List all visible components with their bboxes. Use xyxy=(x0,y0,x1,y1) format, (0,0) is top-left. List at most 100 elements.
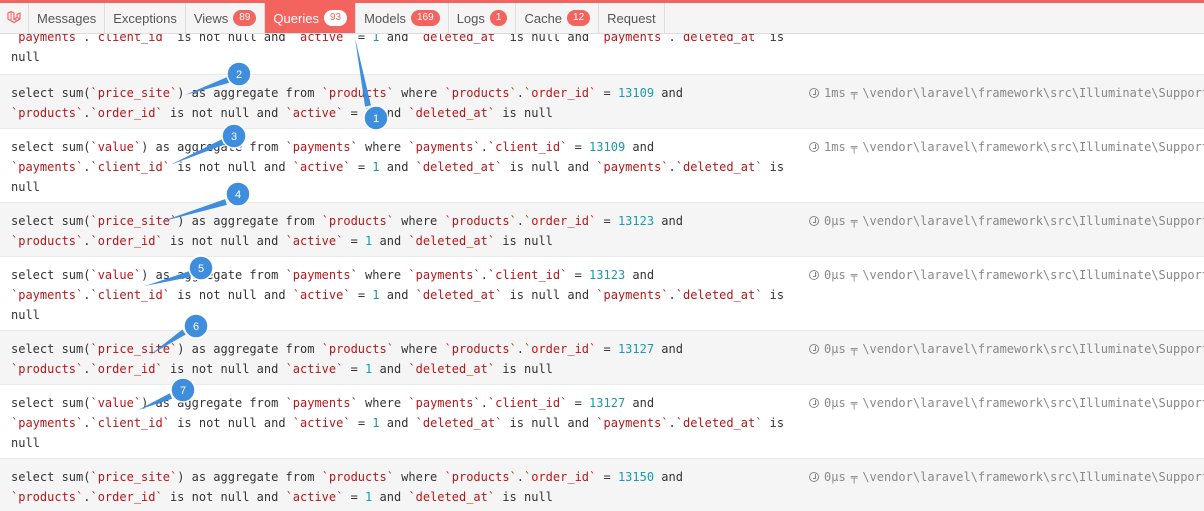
sql-identifier: `products` xyxy=(444,86,517,100)
query-source-path[interactable]: \vendor\laravel\framework\src\Illuminate… xyxy=(862,140,1204,154)
sql-keyword: ) as aggregate from xyxy=(141,268,286,282)
tab-label: Queries xyxy=(273,10,319,26)
sql-keyword: and xyxy=(625,140,655,154)
pin-icon: ╤ xyxy=(850,269,858,282)
sql-identifier: `payments` xyxy=(285,396,358,410)
query-row[interactable]: select sum(`price_site`) as aggregate fr… xyxy=(0,459,1204,511)
query-row[interactable]: select sum(`value`) as aggregate from `p… xyxy=(0,129,1204,203)
query-sql: select sum(`value`) as aggregate from `p… xyxy=(11,393,786,453)
query-row[interactable]: select sum(`price_site`) as aggregate fr… xyxy=(0,75,1204,129)
clock-icon xyxy=(809,88,819,98)
sql-identifier: `deleted_at` xyxy=(675,288,763,302)
sql-keyword: select sum( xyxy=(11,214,91,228)
sql-keyword: and xyxy=(379,288,416,302)
sql-keyword: = xyxy=(596,342,618,356)
sql-identifier: `order_id` xyxy=(90,106,163,120)
query-meta: 0μs ╤ \vendor\laravel\framework\src\Illumi… xyxy=(809,393,1204,414)
query-meta: 0μs ╤ \vendor\laravel\framework\src\Illumi… xyxy=(809,211,1204,232)
tab-exceptions[interactable]: Exceptions xyxy=(105,3,186,33)
sql-identifier: `payments` xyxy=(11,160,84,174)
sql-keyword: null xyxy=(11,308,40,322)
tab-logs[interactable]: Logs 1 xyxy=(449,3,517,33)
query-source-path[interactable]: \vendor\laravel\framework\src\Illuminate… xyxy=(862,214,1204,228)
sql-keyword: is not null and xyxy=(162,106,286,120)
sql-line: null xyxy=(11,177,786,197)
sql-identifier: `deleted_at` xyxy=(415,160,503,174)
sql-number: 1 xyxy=(372,288,380,302)
query-meta: 0μs ╤ \vendor\laravel\framework\src\Illumi… xyxy=(809,265,1204,286)
tab-label: Cache xyxy=(524,10,563,26)
sql-keyword: and xyxy=(379,160,416,174)
sql-keyword: select sum( xyxy=(11,268,91,282)
sql-line: select sum(`price_site`) as aggregate fr… xyxy=(11,83,786,103)
sql-keyword: . xyxy=(516,214,524,228)
sql-identifier: `client_id` xyxy=(487,140,568,154)
clock-icon xyxy=(809,344,819,354)
sql-identifier: `deleted_at` xyxy=(408,362,496,376)
laravel-logo-icon[interactable] xyxy=(0,3,29,33)
sql-identifier: `price_site` xyxy=(90,342,178,356)
sql-number: 13123 xyxy=(589,268,626,282)
sql-number: 13109 xyxy=(589,140,626,154)
sql-identifier: `deleted_at` xyxy=(675,160,763,174)
tab-cache[interactable]: Cache 12 xyxy=(516,3,600,33)
query-source-path[interactable]: \vendor\laravel\framework\src\Illuminate… xyxy=(862,86,1204,100)
query-row[interactable]: select sum(`value`) as aggregate from `p… xyxy=(0,257,1204,331)
tab-label: Logs xyxy=(456,10,485,26)
sql-keyword: and xyxy=(654,470,683,484)
query-source-path[interactable]: \vendor\laravel\framework\src\Illuminate… xyxy=(862,470,1204,484)
sql-keyword: ) as aggregate from xyxy=(141,396,286,410)
sql-keyword: where xyxy=(393,214,445,228)
tab-messages[interactable]: Messages xyxy=(29,3,106,33)
query-source-path[interactable]: \vendor\laravel\framework\src\Illuminate… xyxy=(862,396,1204,410)
query-source-path[interactable]: \vendor\laravel\framework\src\Illuminate… xyxy=(862,268,1204,282)
sql-keyword: ) as aggregate from xyxy=(177,86,322,100)
query-source-path[interactable]: \vendor\laravel\framework\src\Illuminate… xyxy=(862,342,1204,356)
sql-keyword: where xyxy=(357,140,409,154)
sql-number: 1 xyxy=(372,160,380,174)
sql-identifier: `deleted_at` xyxy=(675,416,763,430)
sql-line: null xyxy=(11,433,786,453)
query-duration: 1ms xyxy=(824,86,846,100)
sql-keyword: = xyxy=(343,234,366,248)
query-sql: select sum(`price_site`) as aggregate fr… xyxy=(11,83,786,123)
sql-identifier: `products` xyxy=(11,362,84,376)
clock-icon xyxy=(809,472,819,482)
query-row[interactable]: select sum(`price_site`) as aggregate fr… xyxy=(0,203,1204,257)
sql-identifier: `price_site` xyxy=(90,214,178,228)
sql-keyword: and xyxy=(625,268,655,282)
sql-keyword: = xyxy=(350,288,373,302)
pin-icon: ╤ xyxy=(850,397,858,410)
sql-line: null xyxy=(11,47,786,67)
query-row[interactable]: select sum(`value`) as aggregate from `p… xyxy=(0,385,1204,459)
sql-identifier: `payments` xyxy=(11,416,84,430)
sql-keyword: select sum( xyxy=(11,342,91,356)
tab-request[interactable]: Request xyxy=(599,3,665,33)
query-list: `payments`. `client_id` is not null and `… xyxy=(0,34,1204,511)
sql-keyword: . xyxy=(516,342,524,356)
sql-keyword: is xyxy=(762,288,785,302)
sql-keyword: select sum( xyxy=(11,86,91,100)
sql-keyword: = xyxy=(343,362,366,376)
sql-keyword: . xyxy=(668,34,676,44)
tab-count-badge: 169 xyxy=(411,10,440,26)
tab-models[interactable]: Models 169 xyxy=(356,3,449,33)
sql-keyword: = xyxy=(343,490,366,504)
tab-label: Exceptions xyxy=(113,10,177,26)
tab-label: Request xyxy=(607,10,656,26)
sql-keyword: where xyxy=(357,268,409,282)
query-row[interactable]: select sum(`price_site`) as aggregate fr… xyxy=(0,331,1204,385)
sql-identifier: `order_id` xyxy=(524,470,597,484)
sql-line: `payments`. `client_id` is not null and `… xyxy=(11,285,786,305)
clock-icon xyxy=(809,398,819,408)
clock-icon xyxy=(809,216,819,226)
sql-keyword: = xyxy=(567,140,590,154)
sql-keyword: is not null and xyxy=(162,490,286,504)
sql-identifier: `order_id` xyxy=(524,86,597,100)
tab-queries[interactable]: Queries 93 xyxy=(265,3,357,33)
sql-identifier: `products` xyxy=(321,214,394,228)
sql-number: 13127 xyxy=(589,396,626,410)
tab-views[interactable]: Views 89 xyxy=(186,3,266,33)
sql-identifier: `value` xyxy=(90,140,142,154)
sql-line: select sum(`value`) as aggregate from `p… xyxy=(11,393,786,413)
